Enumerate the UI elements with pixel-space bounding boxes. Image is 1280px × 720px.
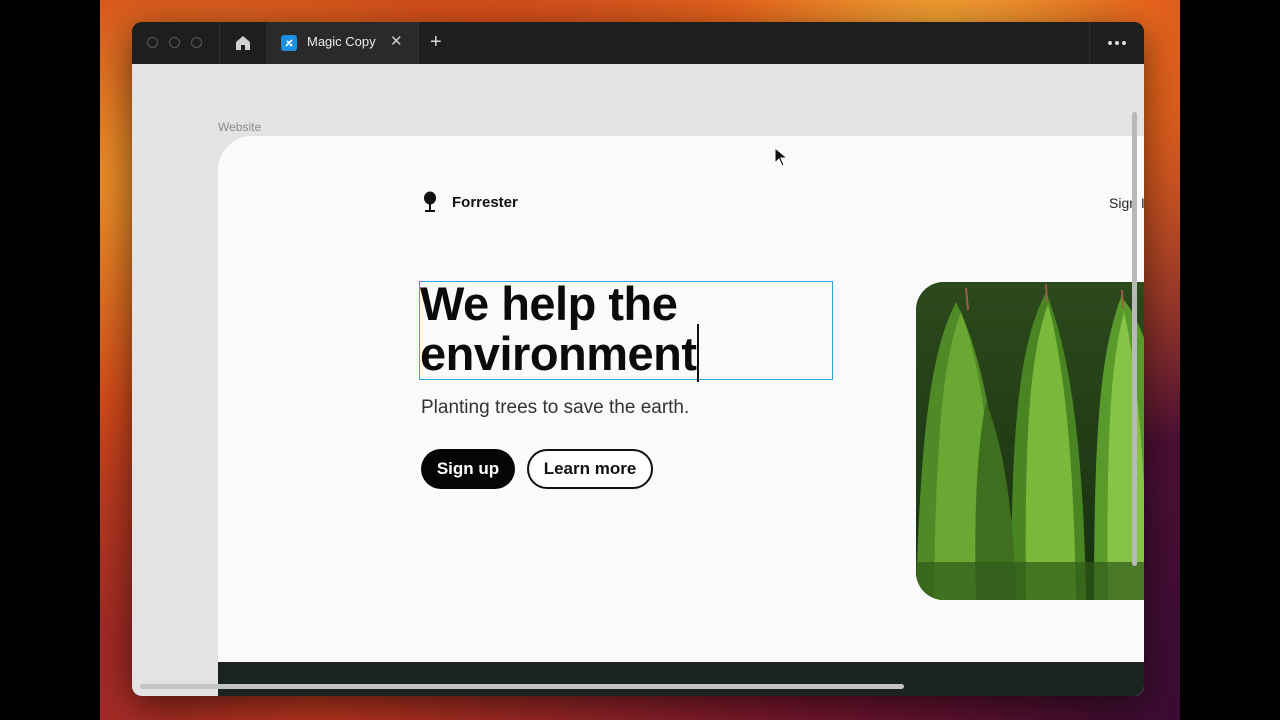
vertical-scrollbar[interactable] (1132, 112, 1137, 566)
mouse-pointer-icon (774, 147, 789, 167)
hero-subheadline[interactable]: Planting trees to save the earth. (421, 397, 689, 419)
home-icon (236, 36, 250, 50)
divider (219, 22, 220, 64)
design-canvas[interactable]: Website Forrester Sign I We help the env… (132, 64, 1144, 696)
footer-band (218, 662, 1144, 696)
sign-in-link[interactable]: Sign I (1109, 195, 1144, 211)
text-selection-box (419, 281, 833, 380)
learn-more-button[interactable]: Learn more (527, 449, 653, 489)
more-options-icon[interactable] (1102, 34, 1132, 52)
sign-up-button[interactable]: Sign up (421, 449, 515, 489)
text-caret (697, 324, 699, 382)
divider (418, 22, 419, 64)
home-button[interactable] (228, 22, 258, 64)
tree-icon (421, 191, 439, 213)
title-bar: Magic Copy ✕ + (132, 22, 1144, 65)
evergreen-trees-photo[interactable] (916, 282, 1144, 600)
new-tab-button[interactable]: + (430, 30, 442, 54)
close-tab-icon[interactable]: ✕ (390, 32, 403, 50)
brand-name[interactable]: Forrester (452, 194, 518, 211)
minimize-window-button[interactable] (169, 37, 180, 48)
app-window: Magic Copy ✕ + Website Forrester Sign I … (132, 22, 1144, 696)
magic-copy-app-icon (281, 35, 297, 51)
tab-magic-copy[interactable]: Magic Copy ✕ (266, 22, 418, 64)
zoom-window-button[interactable] (191, 37, 202, 48)
frame-label[interactable]: Website (218, 120, 261, 134)
horizontal-scrollbar[interactable] (140, 684, 904, 689)
close-window-button[interactable] (147, 37, 158, 48)
divider (1089, 22, 1090, 64)
website-frame[interactable]: Forrester Sign I We help the environment… (218, 136, 1144, 696)
tab-label: Magic Copy (307, 34, 376, 49)
